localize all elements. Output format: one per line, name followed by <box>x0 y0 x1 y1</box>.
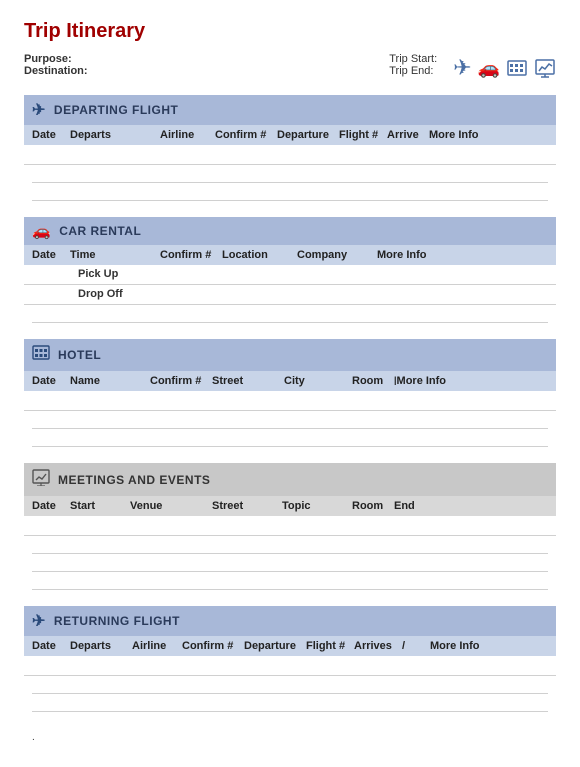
returning-flight-columns: Date Departs Airline Confirm # Departure… <box>24 636 556 656</box>
h-empty-row-2 <box>32 429 548 447</box>
rf-col-moreinfo: More Info <box>430 640 480 652</box>
departing-plane-icon: ✈ <box>32 100 46 120</box>
departing-flight-columns: Date Departs Airline Confirm # Departure… <box>24 125 556 145</box>
rf-empty-row-1 <box>32 676 548 694</box>
h-col-city: City <box>284 375 352 387</box>
df-col-airline: Airline <box>160 129 215 141</box>
cr-col-location: Location <box>222 249 297 261</box>
meetings-columns: Date Start Venue Street Topic Room End <box>24 496 556 516</box>
rf-col-departs: Departs <box>70 640 132 652</box>
meetings-header: MEETINGS AND EVENTS <box>24 463 556 496</box>
trip-type-icons: ✈ 🚗 <box>453 55 556 81</box>
df-empty-row-2 <box>32 183 548 201</box>
page-title: Trip Itinerary <box>24 20 556 43</box>
chart-icon <box>534 55 556 81</box>
df-col-departs: Departs <box>70 129 160 141</box>
purpose-label: Purpose: <box>24 53 72 65</box>
h-col-moreinfo: More Info <box>397 375 453 387</box>
returning-flight-section: ✈ RETURNING FLIGHT Date Departs Airline … <box>24 606 556 712</box>
returning-flight-title: RETURNING FLIGHT <box>54 614 180 628</box>
car-rental-title: CAR RENTAL <box>59 224 141 238</box>
df-empty-row-1 <box>32 165 548 183</box>
df-row-1[interactable] <box>24 145 556 165</box>
cr-dropoff-row[interactable]: Drop Off <box>24 285 556 305</box>
rf-col-departure: Departure <box>244 640 306 652</box>
hotel-icon <box>506 55 528 81</box>
df-col-date: Date <box>32 129 70 141</box>
departing-flight-title: DEPARTING FLIGHT <box>54 103 178 117</box>
meetings-title: MEETINGS AND EVENTS <box>58 473 210 487</box>
cr-pickup-row[interactable]: Pick Up <box>24 265 556 285</box>
cr-col-confirm: Confirm # <box>160 249 222 261</box>
h-col-date: Date <box>32 375 70 387</box>
m-col-room: Room <box>352 500 394 512</box>
rf-col-date: Date <box>32 640 70 652</box>
plane-icon: ✈ <box>453 55 471 81</box>
h-row-1[interactable] <box>24 391 556 411</box>
departing-flight-section: ✈ DEPARTING FLIGHT Date Departs Airline … <box>24 95 556 201</box>
m-col-venue: Venue <box>130 500 212 512</box>
car-rental-icon: 🚗 <box>32 222 51 240</box>
car-rental-section: 🚗 CAR RENTAL Date Time Confirm # Locatio… <box>24 217 556 323</box>
car-rental-header: 🚗 CAR RENTAL <box>24 217 556 245</box>
cr-col-moreinfo: More Info <box>377 249 433 261</box>
car-rental-columns: Date Time Confirm # Location Company Mor… <box>24 245 556 265</box>
m-col-topic: Topic <box>282 500 352 512</box>
m-empty-row-2 <box>32 554 548 572</box>
hotel-columns: Date Name Confirm # Street City Room | M… <box>24 371 556 391</box>
cr-col-company: Company <box>297 249 377 261</box>
car-icon: 🚗 <box>478 55 500 81</box>
footer-dot: . <box>24 728 556 747</box>
m-col-start: Start <box>70 500 130 512</box>
df-col-arrive: Arrive <box>387 129 429 141</box>
trip-start-label: Trip Start: <box>389 53 437 65</box>
trip-end-label: Trip End: <box>389 65 433 77</box>
df-col-confirm: Confirm # <box>215 129 277 141</box>
rf-col-more: / <box>402 640 430 652</box>
trip-info-right: Trip Start: Trip End: ✈ 🚗 <box>389 53 556 81</box>
destination-label: Destination: <box>24 65 88 77</box>
rf-col-confirm: Confirm # <box>182 640 244 652</box>
m-col-street: Street <box>212 500 282 512</box>
m-empty-row-1 <box>32 536 548 554</box>
cr-empty-row <box>32 305 548 323</box>
cr-col-date: Date <box>32 249 70 261</box>
df-col-flight: Flight # <box>339 129 387 141</box>
hotel-title: HOTEL <box>58 348 101 362</box>
h-col-room: Room <box>352 375 392 387</box>
rf-col-arrives: Arrives <box>354 640 402 652</box>
m-col-date: Date <box>32 500 70 512</box>
h-empty-row-1 <box>32 411 548 429</box>
df-col-departure: Departure <box>277 129 339 141</box>
trip-info-left: Purpose: Destination: <box>24 53 88 77</box>
hotel-section: HOTEL Date Name Confirm # Street City Ro… <box>24 339 556 447</box>
rf-col-flight: Flight # <box>306 640 354 652</box>
m-row-1[interactable] <box>24 516 556 536</box>
h-col-confirm: Confirm # <box>150 375 212 387</box>
meetings-icon <box>32 468 50 491</box>
returning-plane-icon: ✈ <box>32 611 46 631</box>
m-empty-row-3 <box>32 572 548 590</box>
h-col-name: Name <box>70 375 150 387</box>
m-col-end: End <box>394 500 440 512</box>
cr-col-time: Time <box>70 249 160 261</box>
rf-empty-row-2 <box>32 694 548 712</box>
h-col-street: Street <box>212 375 284 387</box>
df-col-moreinfo: More Info <box>429 129 485 141</box>
hotel-section-icon <box>32 344 50 366</box>
returning-flight-header: ✈ RETURNING FLIGHT <box>24 606 556 636</box>
rf-col-airline: Airline <box>132 640 182 652</box>
meetings-section: MEETINGS AND EVENTS Date Start Venue Str… <box>24 463 556 590</box>
departing-flight-header: ✈ DEPARTING FLIGHT <box>24 95 556 125</box>
hotel-header: HOTEL <box>24 339 556 371</box>
rf-row-1[interactable] <box>24 656 556 676</box>
